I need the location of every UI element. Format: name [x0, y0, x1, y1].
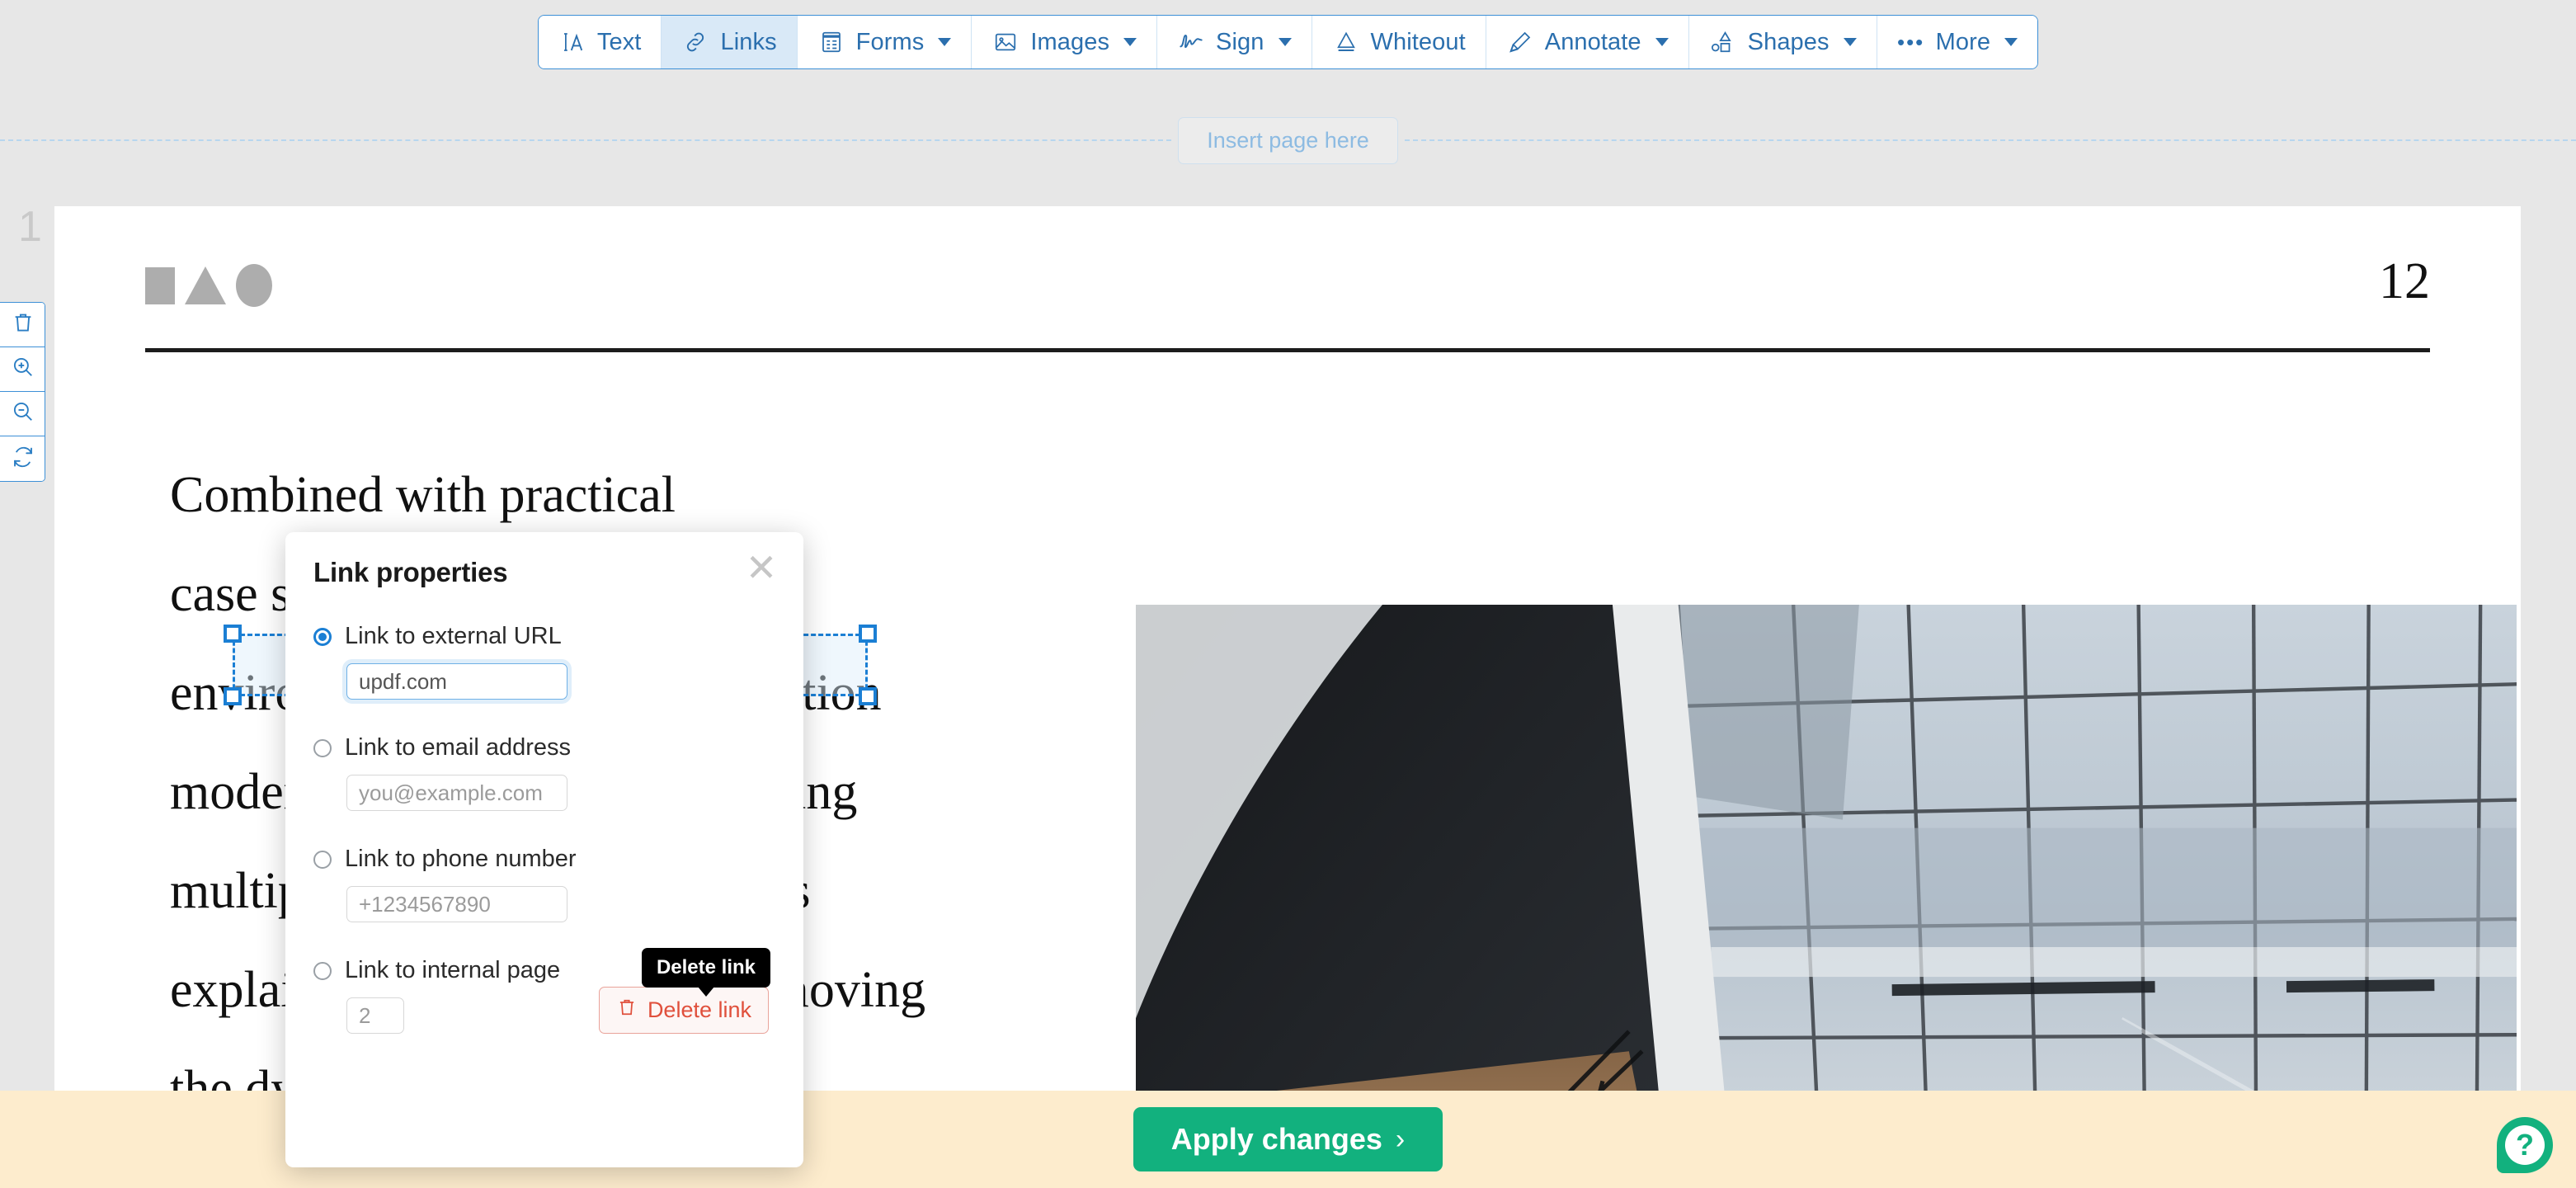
toolbar-tab-forms[interactable]: Forms [798, 16, 972, 68]
chevron-down-icon [1279, 38, 1292, 46]
internal-page-row: 2 Delete link Delete link [313, 984, 775, 1034]
magnifier-minus-icon [11, 399, 35, 428]
toolbar-tab-label: Forms [856, 29, 925, 56]
toolbar-tab-sign[interactable]: Sign [1157, 16, 1312, 68]
toolbar-tab-label: More [1936, 29, 1990, 56]
highlighter-icon [1506, 28, 1534, 56]
email-address-placeholder: you@example.com [359, 780, 543, 806]
toolbar-tab-label: Images [1030, 29, 1109, 56]
link-chain-icon [681, 28, 709, 56]
radio-row-phone-number[interactable]: Link to phone number [313, 846, 775, 873]
chevron-down-icon [1655, 38, 1669, 46]
insert-page-divider: Insert page here [0, 116, 2576, 165]
phone-number-input[interactable]: +1234567890 [346, 886, 567, 922]
dialog-title: Link properties [313, 557, 775, 588]
main-toolbar: Text Links [538, 15, 2038, 69]
toolbar-tab-label: Sign [1216, 29, 1264, 56]
page-number-label: 1 [18, 202, 42, 252]
insert-page-button[interactable]: Insert page here [1178, 117, 1398, 164]
rotate-icon [11, 445, 35, 474]
document-header: 12 [145, 256, 2430, 307]
toolbar-tab-more[interactable]: ••• More [1877, 16, 2037, 68]
external-url-value: updf.com [359, 669, 447, 695]
option-label: Link to phone number [345, 846, 577, 873]
toolbar-tab-images[interactable]: Images [972, 16, 1157, 68]
help-button[interactable]: ? [2497, 1117, 2553, 1173]
trash-icon [11, 310, 35, 339]
email-address-input[interactable]: you@example.com [346, 775, 567, 811]
toolbar-tab-links[interactable]: Links [662, 16, 797, 68]
rotate-page-tool[interactable] [0, 436, 45, 481]
delete-link-label: Delete link [648, 997, 751, 1023]
radio-email-address[interactable] [313, 739, 332, 757]
toolbar-tab-label: Shapes [1748, 29, 1830, 56]
toolbar-tab-text[interactable]: Text [539, 16, 662, 68]
zoom-in-tool[interactable] [0, 347, 45, 392]
chevron-down-icon [1123, 38, 1137, 46]
selection-handle-top-right[interactable] [859, 625, 877, 643]
internal-page-input[interactable]: 2 [346, 997, 404, 1034]
delete-link-area: Delete link Delete link [599, 987, 769, 1034]
page-tools-rail [0, 302, 45, 482]
chevron-down-icon [2004, 38, 2018, 46]
text-cursor-icon [558, 28, 586, 56]
ellipsis-icon: ••• [1897, 28, 1925, 56]
delete-link-tooltip: Delete link [642, 948, 770, 988]
apply-changes-label: Apply changes [1171, 1122, 1382, 1157]
circle-shape-icon [236, 264, 272, 307]
selection-handle-top-left[interactable] [224, 625, 242, 643]
shapes-icon [1709, 28, 1737, 56]
radio-phone-number[interactable] [313, 851, 332, 869]
chevron-right-icon: › [1396, 1124, 1405, 1156]
question-mark-icon: ? [2505, 1125, 2545, 1165]
toolbar-tab-shapes[interactable]: Shapes [1689, 16, 1877, 68]
option-external-url: Link to external URL updf.com [313, 623, 775, 700]
option-email-address: Link to email address you@example.com [313, 734, 775, 811]
radio-row-external-url[interactable]: Link to external URL [313, 623, 775, 650]
delete-page-tool[interactable] [0, 303, 45, 347]
radio-row-email-address[interactable]: Link to email address [313, 734, 775, 761]
chevron-down-icon [1844, 38, 1857, 46]
trash-icon [616, 997, 638, 1024]
triangle-shape-icon [185, 266, 226, 304]
toolbar-tab-annotate[interactable]: Annotate [1486, 16, 1689, 68]
chevron-down-icon [938, 38, 951, 46]
divider-line-right [1405, 139, 2576, 141]
apply-changes-button[interactable]: Apply changes › [1133, 1107, 1443, 1172]
divider-line-left [0, 139, 1171, 141]
toolbar-tab-whiteout[interactable]: Whiteout [1312, 16, 1486, 68]
header-rule [145, 348, 2430, 352]
internal-page-placeholder: 2 [359, 1003, 370, 1029]
toolbar-tab-label: Links [720, 29, 776, 56]
eraser-icon [1332, 28, 1360, 56]
delete-link-button[interactable]: Delete link [599, 987, 769, 1034]
phone-number-placeholder: +1234567890 [359, 892, 491, 917]
option-label: Link to email address [345, 734, 571, 761]
zoom-out-tool[interactable] [0, 392, 45, 436]
toolbar-tab-label: Text [597, 29, 642, 56]
option-phone-number: Link to phone number +1234567890 [313, 846, 775, 922]
toolbar-tab-label: Annotate [1545, 29, 1641, 56]
header-shapes [145, 264, 272, 307]
link-properties-dialog: Link properties ✕ Link to external URL u… [285, 532, 803, 1167]
form-list-icon [817, 28, 845, 56]
option-internal-page: Link to internal page 2 Delete link [313, 957, 775, 1034]
close-icon[interactable]: ✕ [742, 549, 780, 587]
square-shape-icon [145, 267, 175, 304]
selection-handle-bottom-right[interactable] [859, 687, 877, 705]
external-url-input[interactable]: updf.com [346, 663, 567, 700]
document-line[interactable]: Combined with practical [170, 446, 1102, 544]
app-root: Text Links [0, 0, 2576, 1188]
image-icon [991, 28, 1020, 56]
signature-icon [1177, 28, 1205, 56]
radio-internal-page[interactable] [313, 962, 332, 980]
option-label: Link to internal page [345, 957, 560, 984]
radio-external-url[interactable] [313, 628, 332, 646]
option-label: Link to external URL [345, 623, 562, 650]
main-toolbar-container: Text Links [0, 15, 2576, 69]
document-header-page-number: 12 [2379, 256, 2430, 307]
selection-handle-bottom-left[interactable] [224, 687, 242, 705]
toolbar-tab-label: Whiteout [1371, 29, 1466, 56]
magnifier-plus-icon [11, 355, 35, 384]
